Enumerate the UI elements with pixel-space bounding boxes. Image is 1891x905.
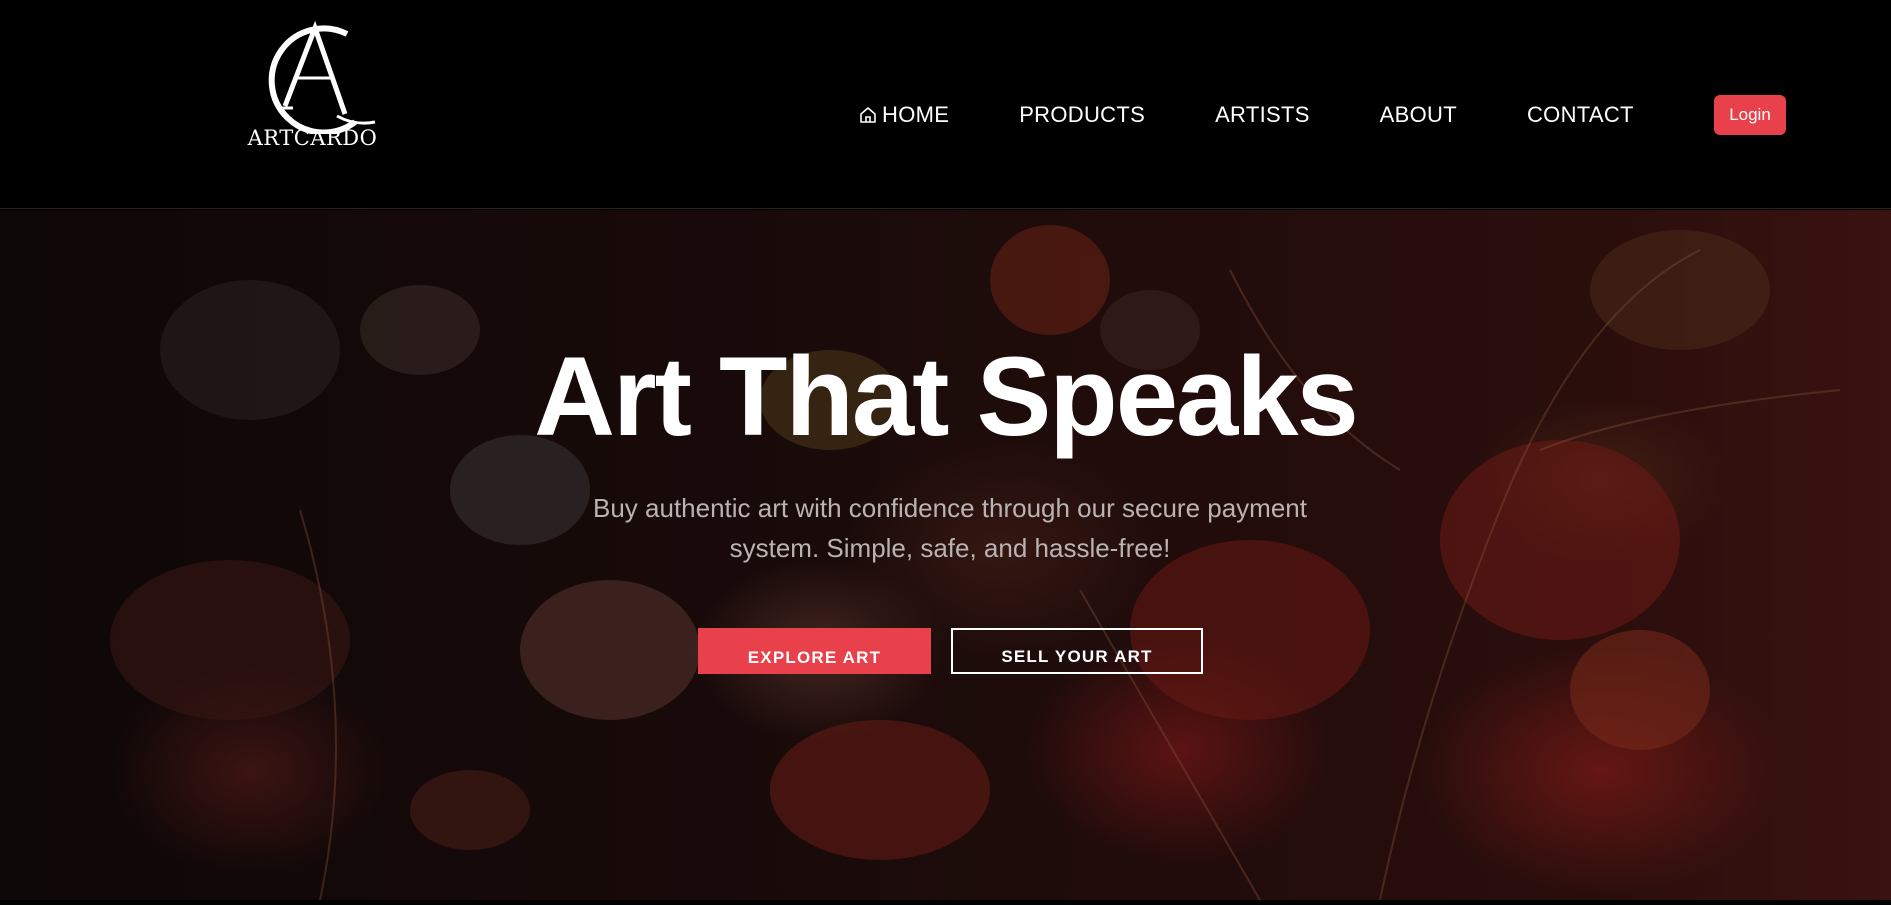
- brand-logo[interactable]: ARTCARDO: [245, 14, 380, 156]
- nav-item-products[interactable]: PRODUCTS: [1019, 102, 1145, 128]
- main-nav: HOME PRODUCTS ARTISTS ABOUT CONTACT: [858, 98, 1634, 132]
- nav-item-label: ARTISTS: [1215, 102, 1310, 127]
- login-button[interactable]: Login: [1714, 95, 1786, 135]
- nav-item-about[interactable]: ABOUT: [1380, 102, 1457, 128]
- nav-item-label: ABOUT: [1379, 102, 1457, 127]
- hero-section: Art That Speaks Buy authentic art with c…: [0, 210, 1891, 900]
- site-header: ARTCARDO HOME PRODUCTS ARTISTS ABOUT CON…: [0, 0, 1891, 209]
- sell-your-art-button[interactable]: SELL YOUR ART: [951, 628, 1203, 674]
- hero-title: Art That Speaks: [534, 334, 1359, 459]
- home-icon: [860, 107, 876, 123]
- nav-item-home[interactable]: HOME: [858, 102, 949, 128]
- nav-item-label: HOME: [882, 102, 950, 127]
- brand-wordmark: ARTCARDO: [247, 126, 378, 150]
- nav-item-artists[interactable]: ARTISTS: [1215, 102, 1310, 128]
- nav-item-label: PRODUCTS: [1019, 102, 1146, 127]
- nav-item-contact[interactable]: CONTACT: [1527, 102, 1634, 128]
- hero-subtitle: Buy authentic art with confidence throug…: [593, 493, 1307, 563]
- logo-monogram-icon: [268, 20, 376, 134]
- nav-item-label: CONTACT: [1526, 102, 1634, 127]
- explore-art-button[interactable]: EXPLORE ART: [698, 628, 931, 674]
